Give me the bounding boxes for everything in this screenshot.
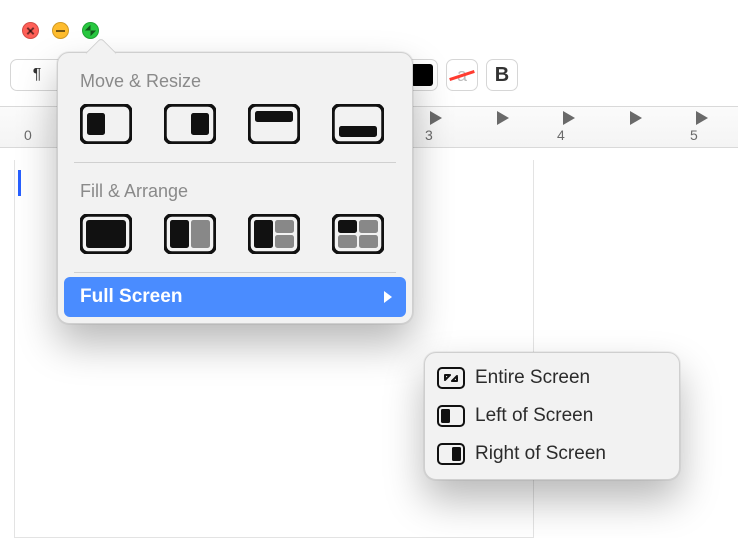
bold-button[interactable]: B	[486, 59, 518, 91]
paragraph-style-button[interactable]: ¶	[10, 59, 64, 91]
move-left-half[interactable]	[80, 104, 132, 144]
ruler-mark: 4	[557, 127, 565, 143]
strikethrough-button[interactable]: a	[446, 59, 478, 91]
left-of-screen-label: Left of Screen	[475, 405, 593, 427]
full-screen-label: Full Screen	[80, 286, 182, 308]
left-of-screen-item[interactable]: Left of Screen	[431, 397, 673, 435]
color-swatch-icon	[411, 64, 433, 86]
full-screen-menu-item[interactable]: Full Screen	[64, 277, 406, 317]
right-of-screen-label: Right of Screen	[475, 443, 606, 465]
full-screen-submenu: Entire Screen Left of Screen Right of Sc…	[424, 352, 680, 480]
chevron-right-icon	[384, 291, 392, 303]
traffic-lights	[22, 22, 99, 39]
section-title-fill-arrange: Fill & Arrange	[58, 167, 412, 212]
entire-screen-icon	[437, 367, 465, 389]
arrange-right-quarters[interactable]	[248, 214, 300, 254]
right-of-screen-item[interactable]: Right of Screen	[431, 435, 673, 473]
tab-marker-icon[interactable]	[630, 111, 642, 125]
ruler-mark: 0	[24, 127, 32, 143]
tab-marker-icon[interactable]	[563, 111, 575, 125]
ruler-mark: 3	[425, 127, 433, 143]
ruler-mark: 5	[690, 127, 698, 143]
arrange-quarters[interactable]	[332, 214, 384, 254]
bold-label: B	[495, 64, 509, 87]
left-of-screen-icon	[437, 405, 465, 427]
window-close-button[interactable]	[22, 22, 39, 39]
window-minimize-button[interactable]	[52, 22, 69, 39]
right-of-screen-icon	[437, 443, 465, 465]
pilcrow-icon: ¶	[33, 66, 42, 84]
tab-marker-icon[interactable]	[497, 111, 509, 125]
arrange-left-right[interactable]	[164, 214, 216, 254]
tab-marker-icon[interactable]	[696, 111, 708, 125]
text-cursor	[18, 170, 21, 196]
tab-marker-icon[interactable]	[430, 111, 442, 125]
strikethrough-icon: a	[457, 65, 467, 86]
window-fullscreen-button[interactable]	[82, 22, 99, 39]
move-top-half[interactable]	[248, 104, 300, 144]
move-bottom-half[interactable]	[332, 104, 384, 144]
entire-screen-item[interactable]: Entire Screen	[431, 359, 673, 397]
window-tiling-panel: Move & Resize Fill & Arrange Full	[57, 52, 413, 324]
section-title-move-resize: Move & Resize	[58, 57, 412, 102]
fill-screen[interactable]	[80, 214, 132, 254]
move-right-half[interactable]	[164, 104, 216, 144]
entire-screen-label: Entire Screen	[475, 367, 590, 389]
